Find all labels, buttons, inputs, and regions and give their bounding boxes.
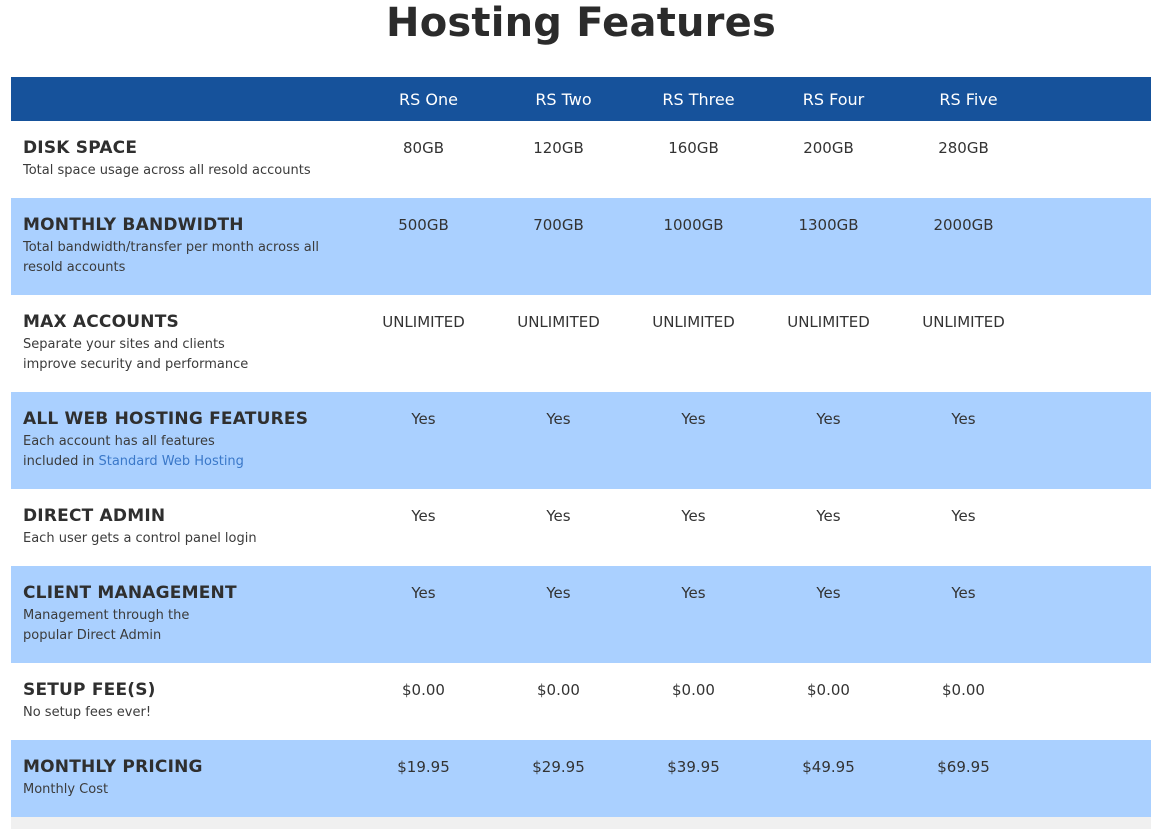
value-cell: $0.00 bbox=[402, 681, 445, 699]
feature-cell: DISK SPACE Total space usage across all … bbox=[11, 138, 356, 198]
feature-cell: DIRECT ADMIN Each user gets a control pa… bbox=[11, 506, 356, 566]
feature-description: Separate your sites and clients improve … bbox=[23, 337, 249, 372]
value-cell: 80GB bbox=[402, 139, 444, 157]
value-cell: Yes bbox=[546, 507, 571, 525]
value-cell: Yes bbox=[816, 507, 841, 525]
value-cell: Yes bbox=[546, 584, 571, 602]
value-cell: UNLIMITED bbox=[517, 313, 600, 331]
value-cell: Yes bbox=[681, 410, 706, 428]
value-cell: Yes bbox=[951, 507, 976, 525]
table-row: ALL WEB HOSTING FEATURES Each account ha… bbox=[11, 392, 1151, 489]
feature-name: CLIENT MANAGEMENT bbox=[23, 583, 237, 603]
value-cell: UNLIMITED bbox=[382, 313, 465, 331]
feature-name: MAX ACCOUNTS bbox=[23, 312, 179, 332]
value-cell: Yes bbox=[546, 410, 571, 428]
feature-name: MONTHLY BANDWIDTH bbox=[23, 215, 244, 235]
feature-cell: CLIENT MANAGEMENT Management through the… bbox=[11, 583, 356, 663]
value-cell: Yes bbox=[951, 584, 976, 602]
value-cell: 1300GB bbox=[798, 216, 859, 234]
column-header-rs-two: RS Two bbox=[535, 89, 592, 109]
value-cell: $0.00 bbox=[672, 681, 715, 699]
value-cell: $29.95 bbox=[532, 758, 585, 776]
page-title: Hosting Features bbox=[386, 0, 776, 46]
value-cell: 700GB bbox=[533, 216, 584, 234]
features-table: RS One RS Two RS Three RS Four RS Five D… bbox=[11, 77, 1151, 829]
value-cell: 1000GB bbox=[663, 216, 724, 234]
standard-web-hosting-link[interactable]: Standard Web Hosting bbox=[98, 454, 243, 469]
value-cell: 280GB bbox=[938, 139, 989, 157]
feature-cell: MONTHLY BANDWIDTH Total bandwidth/transf… bbox=[11, 215, 356, 295]
feature-cell: MONTHLY PRICING Monthly Cost bbox=[11, 757, 356, 817]
value-cell: $39.95 bbox=[667, 758, 720, 776]
feature-description: Management through the popular Direct Ad… bbox=[23, 608, 190, 643]
feature-description: Monthly Cost bbox=[23, 782, 109, 797]
column-header-rs-one: RS One bbox=[399, 89, 458, 109]
table-row: MAX ACCOUNTS Separate your sites and cli… bbox=[11, 295, 1151, 392]
feature-description: Total space usage across all resold acco… bbox=[23, 163, 311, 178]
table-row: CLIENT MANAGEMENT Management through the… bbox=[11, 566, 1151, 663]
feature-name: DIRECT ADMIN bbox=[23, 506, 166, 526]
value-cell: Yes bbox=[411, 410, 436, 428]
value-cell: $0.00 bbox=[807, 681, 850, 699]
feature-name: SETUP FEE(S) bbox=[23, 680, 156, 700]
table-footer-strip bbox=[11, 817, 1151, 829]
column-header-rs-five: RS Five bbox=[939, 89, 998, 109]
value-cell: $49.95 bbox=[802, 758, 855, 776]
feature-cell: ALL WEB HOSTING FEATURES Each account ha… bbox=[11, 409, 356, 489]
feature-description: No setup fees ever! bbox=[23, 705, 152, 720]
value-cell: Yes bbox=[681, 584, 706, 602]
table-row: MONTHLY BANDWIDTH Total bandwidth/transf… bbox=[11, 198, 1151, 295]
value-cell: UNLIMITED bbox=[652, 313, 735, 331]
feature-name: ALL WEB HOSTING FEATURES bbox=[23, 409, 309, 429]
value-cell: Yes bbox=[951, 410, 976, 428]
value-cell: 2000GB bbox=[933, 216, 994, 234]
feature-cell: SETUP FEE(S) No setup fees ever! bbox=[11, 680, 356, 740]
value-cell: 120GB bbox=[533, 139, 584, 157]
value-cell: 160GB bbox=[668, 139, 719, 157]
feature-name: MONTHLY PRICING bbox=[23, 757, 203, 777]
feature-description: Each user gets a control panel login bbox=[23, 531, 257, 546]
table-row: SETUP FEE(S) No setup fees ever! $0.00 $… bbox=[11, 663, 1151, 740]
value-cell: Yes bbox=[816, 410, 841, 428]
value-cell: $0.00 bbox=[537, 681, 580, 699]
value-cell: Yes bbox=[681, 507, 706, 525]
value-cell: 500GB bbox=[398, 216, 449, 234]
value-cell: $69.95 bbox=[937, 758, 990, 776]
column-header-rs-four: RS Four bbox=[802, 89, 865, 109]
value-cell: Yes bbox=[411, 584, 436, 602]
value-cell: Yes bbox=[411, 507, 436, 525]
table-row: MONTHLY PRICING Monthly Cost $19.95 $29.… bbox=[11, 740, 1151, 817]
value-cell: 200GB bbox=[803, 139, 854, 157]
column-header-rs-three: RS Three bbox=[662, 89, 735, 109]
table-row: DISK SPACE Total space usage across all … bbox=[11, 121, 1151, 198]
value-cell: Yes bbox=[816, 584, 841, 602]
value-cell: UNLIMITED bbox=[922, 313, 1005, 331]
feature-cell: MAX ACCOUNTS Separate your sites and cli… bbox=[11, 312, 356, 392]
value-cell: $19.95 bbox=[397, 758, 450, 776]
feature-description: Total bandwidth/transfer per month acros… bbox=[23, 240, 319, 275]
table-row: DIRECT ADMIN Each user gets a control pa… bbox=[11, 489, 1151, 566]
table-header: RS One RS Two RS Three RS Four RS Five bbox=[11, 77, 1151, 121]
value-cell: UNLIMITED bbox=[787, 313, 870, 331]
value-cell: $0.00 bbox=[942, 681, 985, 699]
feature-name: DISK SPACE bbox=[23, 138, 138, 158]
feature-description: Each account has all features included i… bbox=[23, 432, 356, 472]
